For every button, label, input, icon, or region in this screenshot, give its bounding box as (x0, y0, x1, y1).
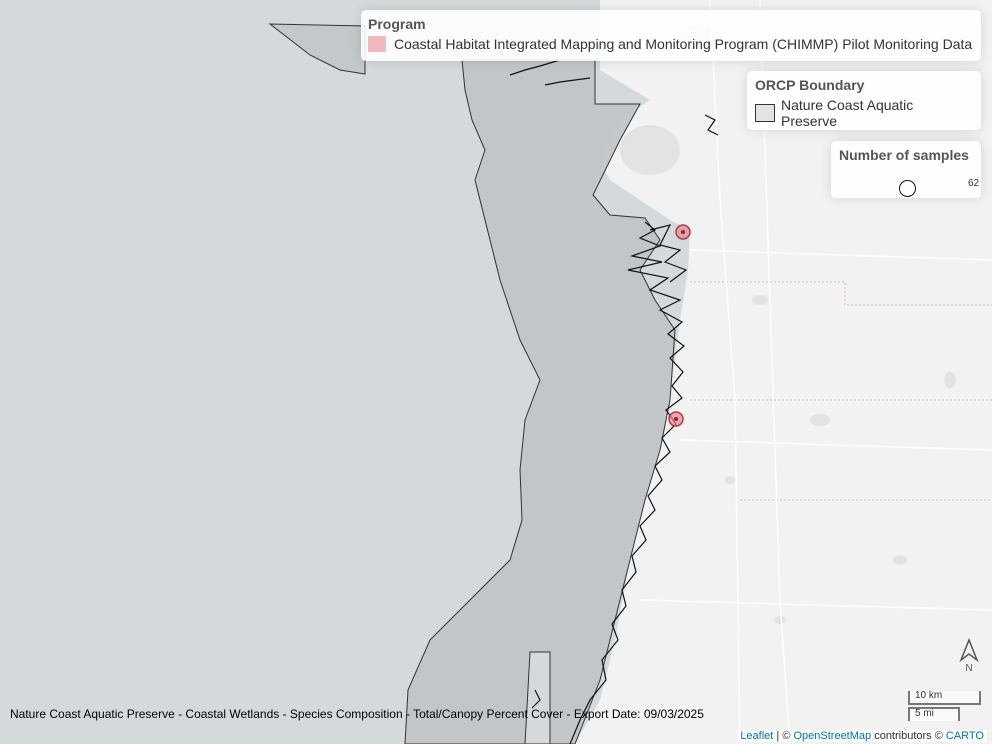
leaflet-link[interactable]: Leaflet (740, 730, 773, 742)
scale-bar: 10 km 5 mi (908, 691, 982, 723)
sample-size-value: 62 (968, 178, 980, 189)
sample-size-circle-icon (899, 180, 916, 197)
legend-samples: Number of samples 62 (831, 141, 981, 198)
scale-mi: 5 mi (908, 707, 960, 721)
map-caption: Nature Coast Aquatic Preserve - Coastal … (10, 707, 704, 721)
legend-samples-title: Number of samples (839, 147, 969, 163)
legend-program-title: Program (368, 16, 426, 32)
legend-program: Program Coastal Habitat Integrated Mappi… (361, 10, 981, 61)
scale-km: 10 km (908, 691, 981, 705)
attribution-separator: | © (773, 730, 794, 742)
sample-point-south[interactable] (668, 411, 684, 427)
legend-program-item: Coastal Habitat Integrated Mapping and M… (394, 36, 973, 52)
legend-orcp-item: Nature Coast Aquatic Preserve (781, 97, 914, 129)
sample-point-north[interactable] (675, 224, 691, 240)
legend-orcp-title: ORCP Boundary (755, 77, 865, 93)
north-label: N (965, 663, 972, 674)
program-swatch (368, 36, 386, 52)
orcp-swatch (755, 104, 775, 122)
carto-link[interactable]: CARTO (946, 730, 984, 742)
legend-orcp: ORCP Boundary Nature Coast Aquatic Prese… (747, 71, 981, 130)
preserve-inlet (524, 651, 551, 744)
attribution-contributors: contributors © (871, 730, 946, 742)
preserve-boundary[interactable] (268, 23, 366, 75)
north-arrow-icon: N (959, 638, 979, 674)
osm-link[interactable]: OpenStreetMap (793, 730, 871, 742)
attribution: Leaflet | © OpenStreetMap contributors ©… (737, 730, 987, 742)
